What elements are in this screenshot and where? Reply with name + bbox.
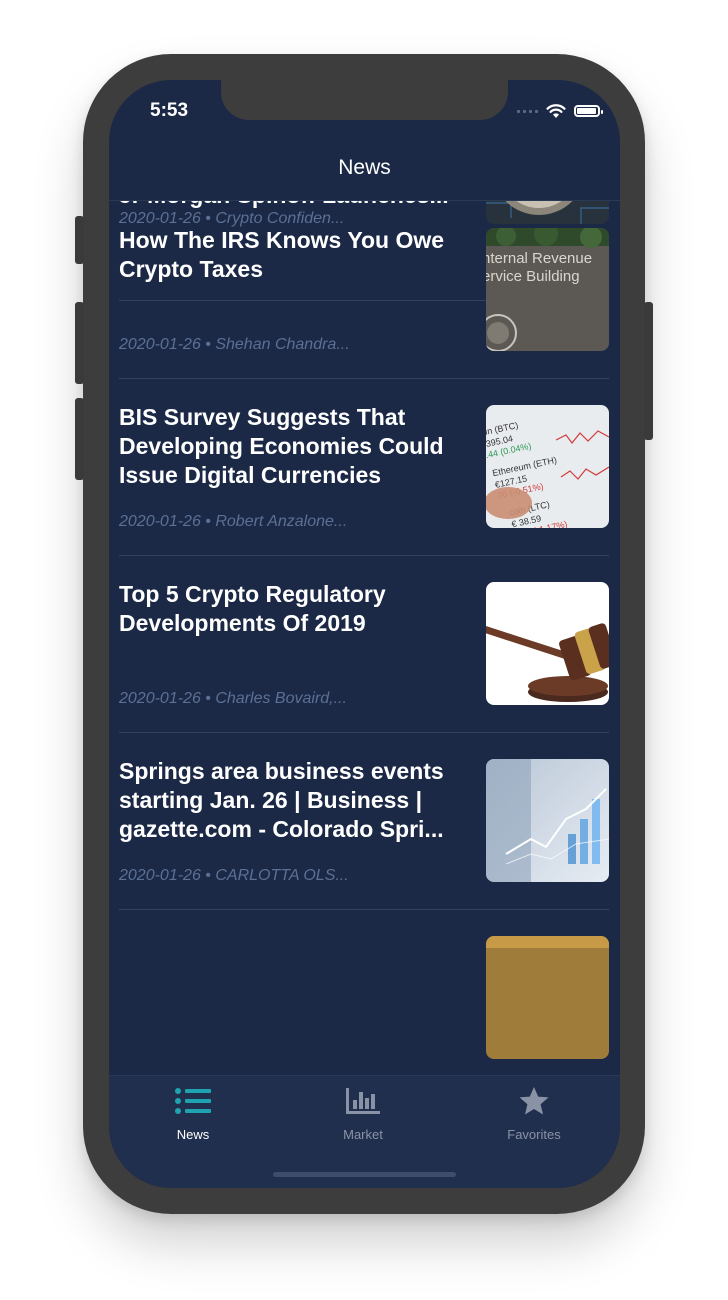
news-item[interactable]: BIS Survey Suggests That Developing Econ… (119, 378, 609, 556)
gavel-image (486, 582, 609, 705)
status-icons (517, 100, 603, 122)
news-title: BIS Survey Suggests That Developing Econ… (119, 404, 444, 488)
tab-market-label: Market (343, 1127, 383, 1142)
status-time: 5:53 (150, 100, 189, 121)
battery-icon (574, 105, 603, 117)
news-item[interactable]: Springs area business events starting Ja… (119, 732, 609, 910)
screen: 5:53 News Happy Lunar New Year: Bitcoin … (109, 80, 620, 1188)
volume-down-button (75, 398, 84, 480)
mute-switch (75, 216, 84, 264)
news-meta: 2020-01-26 • CARLOTTA OLS... (119, 867, 349, 884)
news-meta: 2020-01-26 • Charles Bovaird,... (119, 690, 347, 707)
star-icon (519, 1087, 549, 1115)
wifi-icon (546, 104, 566, 118)
tab-market[interactable]: Market (303, 1086, 423, 1142)
bar-chart-icon (346, 1088, 380, 1114)
navigation-bar: News (109, 140, 620, 201)
tab-favorites[interactable]: Favorites (474, 1086, 594, 1142)
crypto-price-screen-image: coin (BTC) 6,395.04 2.44 (0.04%) Ethereu… (486, 405, 609, 528)
news-list[interactable]: Happy Lunar New Year: Bitcoin Volume Exp… (109, 201, 620, 1075)
news-item[interactable]: How The IRS Knows You Owe Crypto Taxes 2… (119, 201, 609, 379)
page-title: News (338, 156, 391, 179)
news-item[interactable]: Top 5 Crypto Regulatory Developments Of … (119, 555, 609, 733)
business-chart-image (486, 759, 609, 882)
news-title: How The IRS Knows You Owe Crypto Taxes (119, 227, 445, 282)
power-button (644, 302, 653, 440)
tab-news[interactable]: News (133, 1086, 253, 1142)
notch (221, 80, 508, 120)
home-indicator[interactable] (273, 1172, 456, 1177)
svg-text:ervice Building: ervice Building (486, 268, 580, 285)
volume-up-button (75, 302, 84, 384)
svg-text:nternal Revenue: nternal Revenue (486, 250, 592, 267)
news-meta: 2020-01-26 • Shehan Chandra... (119, 336, 350, 353)
cellular-signal-icon (517, 109, 538, 113)
news-title: Top 5 Crypto Regulatory Developments Of … (119, 581, 386, 636)
irs-building-image: nternal Revenue ervice Building (486, 228, 609, 351)
tab-news-label: News (176, 1127, 210, 1142)
gold-image (486, 936, 609, 1059)
news-title: Springs area business events starting Ja… (119, 758, 444, 842)
news-item[interactable] (119, 909, 609, 1075)
news-meta: 2020-01-26 • Robert Anzalone... (119, 513, 348, 530)
list-icon (175, 1088, 211, 1114)
tab-favorites-label: Favorites (507, 1127, 561, 1142)
tab-bar: News Market Favorites (109, 1075, 620, 1188)
